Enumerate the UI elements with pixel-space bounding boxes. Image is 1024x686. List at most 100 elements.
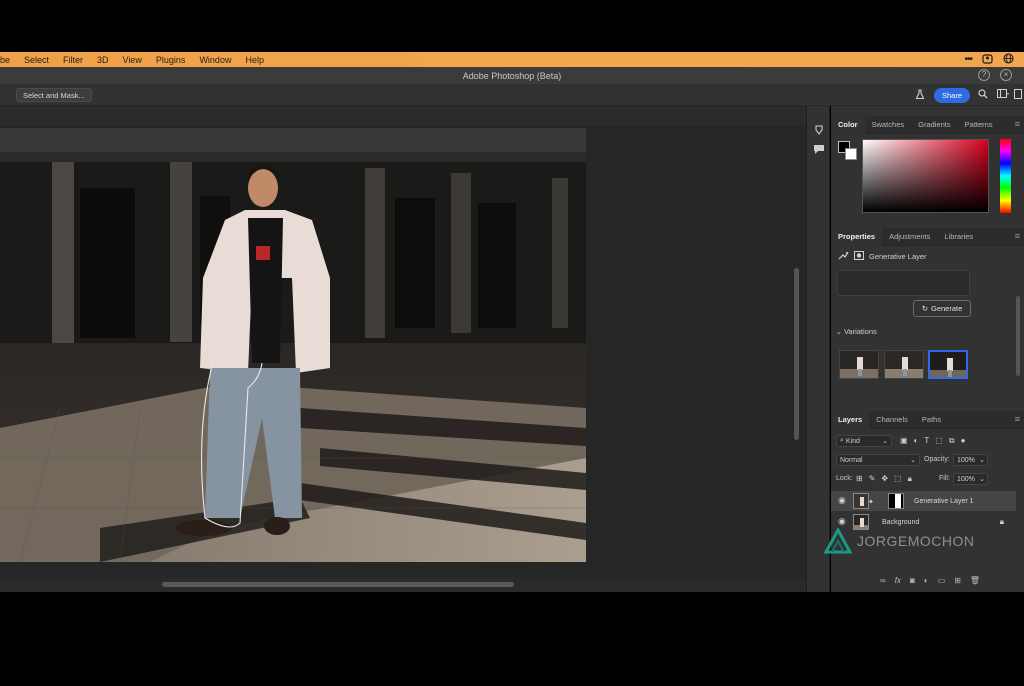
saturation-value-field[interactable] [862, 139, 989, 213]
variation-thumbnail-3[interactable] [928, 350, 968, 379]
tab-paths[interactable]: Paths [915, 411, 948, 429]
layer-name[interactable]: Background [882, 519, 919, 526]
smart-object-filter-icon[interactable]: ⧉ [949, 436, 955, 446]
filter-value: Kind [845, 437, 860, 445]
layer-row-generative[interactable]: ◉ ✦ Generative Layer 1 [831, 491, 1016, 511]
options-bar: Select and Mask... Share [0, 84, 1024, 106]
tab-channels[interactable]: Channels [869, 411, 915, 429]
variation-thumbnail-2[interactable] [884, 350, 924, 379]
layer-filter-select[interactable]: ⌕ Kind ⌄ [836, 435, 892, 447]
type-filter-icon[interactable]: T [924, 436, 929, 446]
history-brush-icon[interactable] [813, 124, 825, 139]
new-layer-icon[interactable]: ⊞ [954, 576, 961, 585]
lock-icons: ⊞ ✎ ✥ ⬚ 🔒︎ [856, 474, 912, 484]
document-image[interactable] [0, 128, 586, 562]
generative-badge-icon: ✦ [868, 499, 874, 506]
pixel-filter-icon[interactable]: ▣ [900, 436, 908, 446]
adjustment-filter-icon[interactable]: ◐ [914, 436, 919, 446]
lock-image-icon[interactable]: ✎ [869, 474, 876, 484]
blend-mode-select[interactable]: Normal ⌄ [836, 454, 920, 466]
lock-all-icon[interactable]: 🔒︎ [908, 474, 912, 484]
panel-toggle-icon[interactable] [1014, 89, 1022, 102]
flask-icon[interactable] [915, 89, 925, 103]
lock-transparent-icon[interactable]: ⊞ [856, 474, 863, 484]
menu-item-help[interactable]: Help [238, 55, 271, 65]
lock-icon: 🔒︎ [999, 517, 1004, 526]
search-icon[interactable] [978, 89, 988, 102]
opacity-field[interactable]: 100% ⌄ [953, 454, 988, 466]
variations-header[interactable]: ⌄ Variations [836, 327, 877, 336]
visibility-eye-icon[interactable]: ◉ [838, 496, 846, 505]
menu-item-window[interactable]: Window [192, 55, 238, 65]
fx-icon[interactable]: fx [895, 576, 901, 585]
tab-adjustments[interactable]: Adjustments [882, 228, 937, 246]
artboard-icon[interactable]: ⬚ [894, 474, 902, 484]
layer-name[interactable]: Generative Layer 1 [914, 498, 974, 505]
panel-menu-icon[interactable]: ≡ [1015, 120, 1020, 129]
globe-icon[interactable] [1003, 53, 1014, 66]
color-panel-tabs: Color Swatches Gradients Patterns ≡ [831, 115, 1024, 134]
chevron-down-icon: ⌄ [910, 457, 916, 464]
watermark-logo [823, 528, 853, 554]
menu-item-3d[interactable]: 3D [90, 55, 116, 65]
tab-color[interactable]: Color [831, 115, 865, 134]
delete-icon[interactable]: 🗑︎ [970, 576, 980, 585]
workspace-icon[interactable] [997, 89, 1009, 102]
layer-mask-thumbnail[interactable] [888, 493, 904, 509]
link-icon[interactable]: ∞ [880, 576, 886, 585]
shape-filter-icon[interactable]: ⬚ [935, 436, 943, 446]
layer-thumbnail [853, 493, 869, 509]
lock-label: Lock: [836, 475, 853, 482]
tab-gradients[interactable]: Gradients [911, 116, 958, 134]
opacity-value: 100% [957, 456, 975, 464]
panel-menu-icon[interactable]: ≡ [1015, 415, 1020, 424]
hue-slider[interactable] [1000, 139, 1011, 213]
menu-item-plugins[interactable]: Plugins [149, 55, 193, 65]
panel-menu-icon[interactable]: ≡ [1015, 232, 1020, 241]
properties-panel-tabs: Properties Adjustments Libraries ≡ [831, 227, 1024, 246]
mask-icon [854, 251, 864, 262]
prompt-input[interactable] [837, 270, 970, 296]
account-icon[interactable] [982, 53, 993, 66]
tab-layers[interactable]: Layers [831, 410, 870, 429]
add-mask-icon[interactable]: ◙ [910, 576, 915, 585]
filter-toggle-icon[interactable]: ● [961, 436, 966, 446]
layers-bottom-toolbar: ∞ fx ◙ ◐ ▭ ⊞ 🗑︎ [880, 576, 980, 585]
menu-item-select[interactable]: Select [17, 55, 56, 65]
panel-icon-strip [806, 106, 830, 592]
chevron-down-icon: ⌄ [979, 457, 985, 464]
tab-patterns[interactable]: Patterns [958, 116, 1000, 134]
fill-value: 100% [957, 475, 975, 483]
more-icon[interactable]: ••• [964, 54, 972, 65]
vertical-scrollbar[interactable] [794, 268, 799, 440]
horizontal-scrollbar[interactable] [162, 582, 514, 587]
chevron-down-icon: ⌄ [882, 438, 888, 445]
close-icon[interactable]: × [1000, 69, 1012, 81]
generate-label: Generate [931, 304, 963, 313]
properties-layer-type: Generative Layer [838, 251, 927, 262]
watermark-text: JORGEMOCHON [857, 533, 975, 549]
fill-field[interactable]: 100% ⌄ [953, 473, 988, 485]
menu-bar: be Select Filter 3D View Plugins Window … [0, 52, 1024, 67]
comment-icon[interactable] [813, 144, 825, 158]
tab-properties[interactable]: Properties [831, 227, 883, 246]
generative-icon [838, 251, 849, 262]
tab-swatches[interactable]: Swatches [865, 116, 912, 134]
chevron-down-icon: ⌄ [836, 329, 842, 336]
background-color-swatch[interactable] [845, 148, 857, 160]
watermark: JORGEMOCHON [823, 528, 975, 554]
tab-libraries[interactable]: Libraries [937, 228, 980, 246]
menu-item-image[interactable]: be [0, 55, 17, 65]
properties-scrollbar[interactable] [1016, 296, 1020, 376]
menu-item-view[interactable]: View [116, 55, 149, 65]
new-group-icon[interactable]: ▭ [938, 576, 946, 585]
adjustment-layer-icon[interactable]: ◐ [924, 576, 929, 585]
generate-button[interactable]: ↻ Generate [913, 300, 971, 317]
menu-item-filter[interactable]: Filter [56, 55, 90, 65]
help-icon[interactable]: ? [978, 69, 990, 81]
lock-position-icon[interactable]: ✥ [881, 474, 888, 484]
variation-thumbnail-1[interactable] [839, 350, 879, 379]
visibility-eye-icon[interactable]: ◉ [838, 517, 846, 526]
share-button[interactable]: Share [934, 88, 970, 103]
select-and-mask-button[interactable]: Select and Mask... [16, 88, 92, 102]
